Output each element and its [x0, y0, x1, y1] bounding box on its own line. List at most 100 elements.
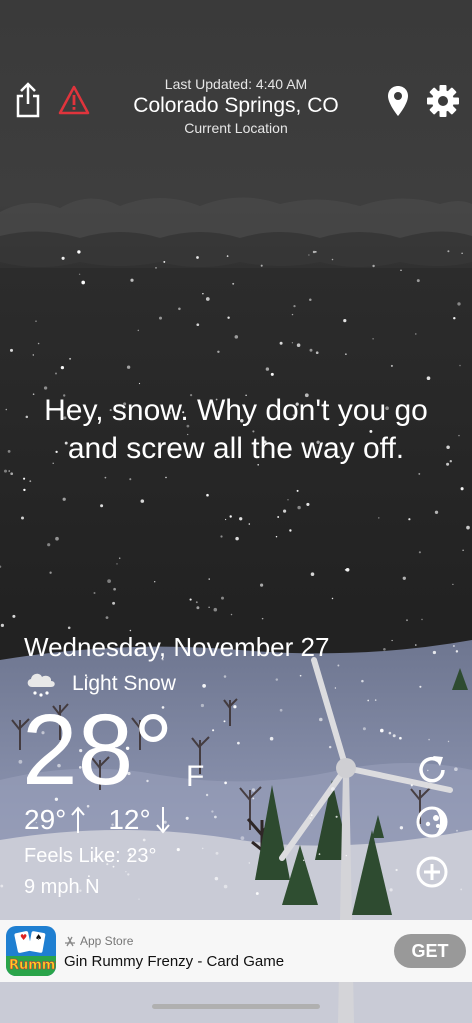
low-temperature: 12° [108, 804, 151, 835]
snowflake [7, 450, 11, 453]
snowflake [328, 745, 332, 749]
snowflake [252, 797, 255, 800]
location-header[interactable]: Last Updated: 4:40 AM Colorado Springs, … [110, 76, 362, 136]
snowflake [291, 342, 294, 344]
snowflake [265, 367, 270, 371]
snowflake [279, 708, 283, 712]
snowflake [458, 434, 460, 437]
snowflake [163, 260, 166, 263]
snowflake [461, 252, 463, 255]
share-button[interactable] [14, 82, 42, 118]
add-icon [416, 856, 448, 888]
snowflake [248, 862, 251, 864]
snowflake [67, 626, 71, 630]
current-location-label: Current Location [184, 120, 288, 136]
snowflake [428, 738, 430, 741]
snowflake [93, 591, 96, 595]
snowflake [176, 848, 180, 852]
snowflake [447, 740, 450, 743]
snowflake [345, 854, 347, 857]
refresh-icon [419, 756, 445, 783]
snowflake [9, 348, 14, 352]
add-location-button[interactable] [414, 854, 450, 890]
weather-scene-background [0, 0, 472, 1023]
settings-button[interactable] [426, 84, 460, 118]
snowflake [452, 644, 455, 648]
last-updated-text: Last Updated: 4:40 AM [164, 76, 308, 92]
snowflake [202, 684, 206, 688]
snowflake [337, 664, 340, 667]
temperature-unit[interactable]: F [186, 760, 204, 794]
snowflake [283, 509, 287, 513]
snowflake [380, 728, 384, 733]
snowflake [232, 282, 235, 285]
svg-text:♥: ♥ [20, 933, 27, 942]
snowflake [205, 793, 209, 797]
snowflake [126, 365, 131, 369]
snowflake [391, 639, 393, 642]
snowflake [390, 364, 393, 367]
snowflake [37, 342, 40, 345]
snowflake [205, 297, 210, 301]
location-pin-icon [388, 86, 408, 116]
refresh-button[interactable] [414, 752, 450, 788]
snowflake [454, 767, 458, 772]
snowflake [416, 279, 420, 283]
alert-icon [58, 85, 90, 115]
current-temperature: 28° [22, 694, 174, 806]
snowflake [415, 644, 417, 646]
snowflake [211, 810, 214, 813]
snowflake [331, 597, 334, 600]
snowflake [127, 873, 130, 876]
snowflake [200, 703, 204, 708]
snowflake [434, 510, 439, 514]
ad-store-row: App Store [64, 934, 133, 948]
snowflake [10, 472, 14, 476]
snowflake [453, 316, 456, 320]
snowflake [287, 499, 289, 501]
snowflake [113, 587, 116, 591]
snowflake [432, 650, 437, 655]
snowflake [213, 607, 218, 612]
snowflake [129, 478, 132, 481]
snowflake [5, 408, 8, 411]
snowflake [165, 476, 167, 479]
snowflake [296, 489, 299, 492]
snowflake [230, 613, 233, 616]
snowflake [460, 888, 463, 891]
snowflake [23, 488, 26, 492]
snowflake [289, 529, 292, 532]
snowflake [466, 525, 470, 530]
snowflake [299, 674, 302, 677]
snowflake [270, 372, 274, 376]
snowflake [185, 816, 189, 820]
ad-title: Gin Rummy Frenzy - Card Game [64, 953, 285, 970]
snowflake [137, 329, 140, 332]
city-name[interactable]: Colorado Springs, CO [110, 94, 362, 118]
ad-app-icon[interactable]: ♥ ♠ Rummy [6, 926, 56, 976]
snowflake [334, 687, 337, 689]
snowflake [112, 601, 116, 605]
snowflake [125, 871, 127, 873]
app-store-ad-banner[interactable]: ♥ ♠ Rummy App Store Gin Rummy Frenzy - C… [0, 920, 472, 982]
moon-phase-button[interactable] [414, 804, 450, 840]
snowflake [227, 316, 230, 319]
home-indicator [152, 1004, 320, 1009]
snowflake [130, 278, 134, 282]
snowflake [54, 372, 58, 375]
snowflake [279, 341, 283, 345]
alert-button[interactable] [58, 84, 90, 116]
snowflake [118, 557, 121, 559]
share-icon [16, 82, 40, 118]
location-button[interactable] [386, 84, 410, 118]
ad-store-label: App Store [80, 934, 134, 948]
snowflake [452, 583, 454, 586]
app-store-icon [65, 936, 75, 947]
ad-get-button[interactable]: GET [394, 934, 466, 968]
snowflake [293, 304, 296, 308]
snowflake [196, 256, 199, 259]
snowflake [0, 884, 4, 888]
snowflake [378, 517, 380, 519]
snowflake [240, 836, 245, 840]
snowflake [220, 535, 223, 538]
